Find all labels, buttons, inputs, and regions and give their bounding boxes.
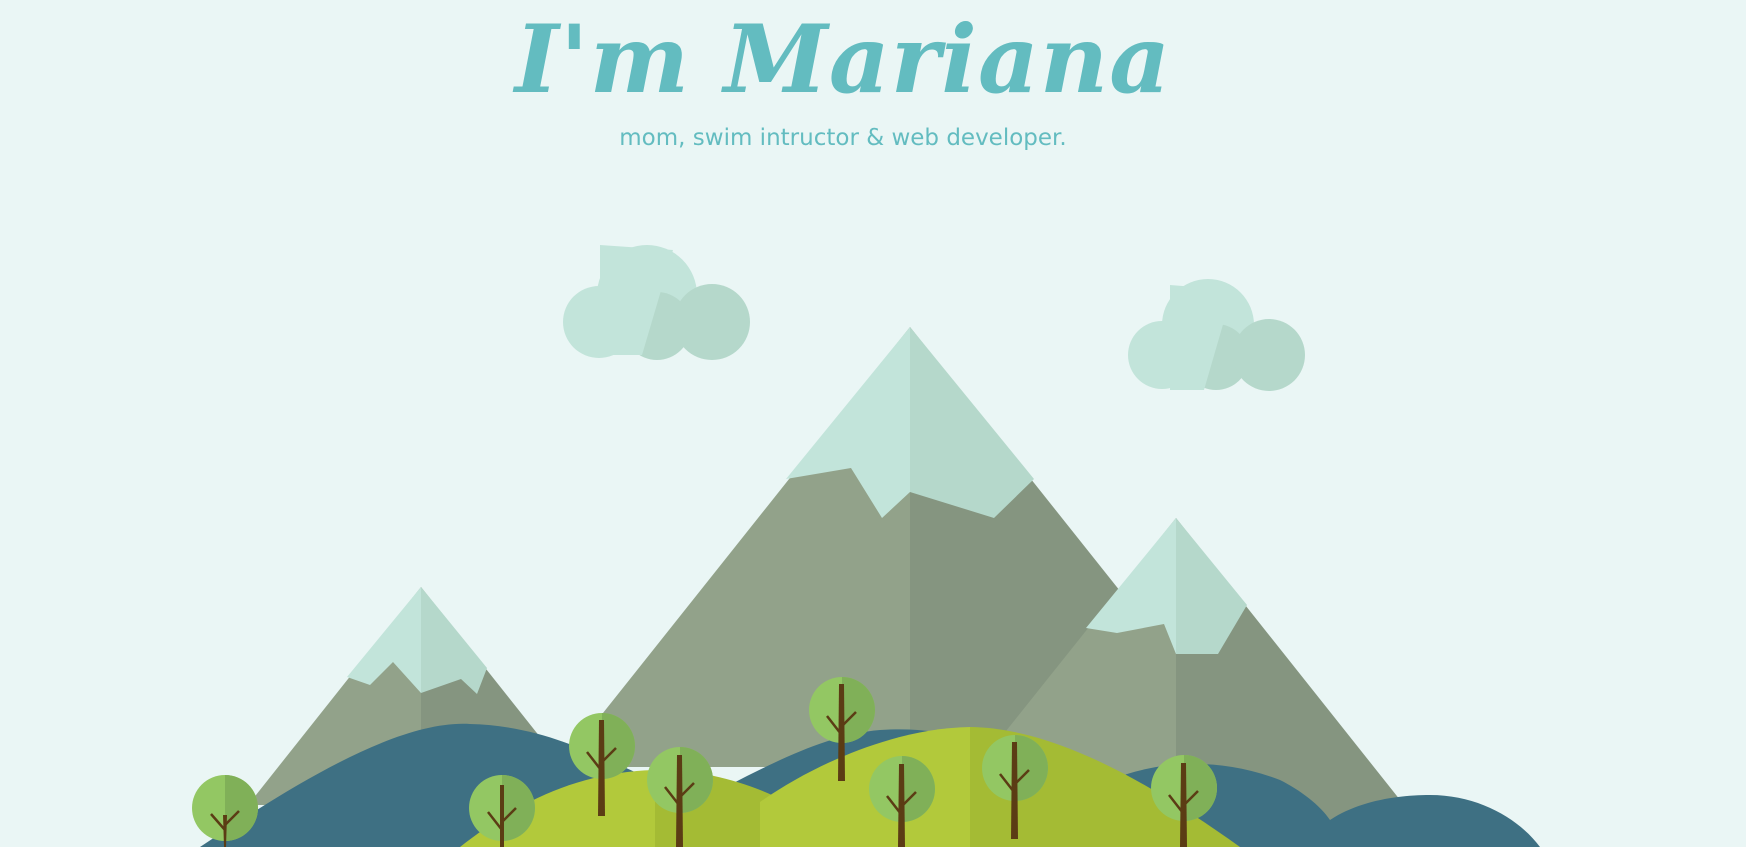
cloud-icon xyxy=(1128,279,1305,391)
page: I'm Mariana mom, swim intructor & web de… xyxy=(0,0,1746,847)
cloud-icon xyxy=(563,245,750,360)
hero-subtitle: mom, swim intructor & web developer. xyxy=(619,125,1067,151)
hero-title: I'm Mariana xyxy=(514,5,1172,115)
